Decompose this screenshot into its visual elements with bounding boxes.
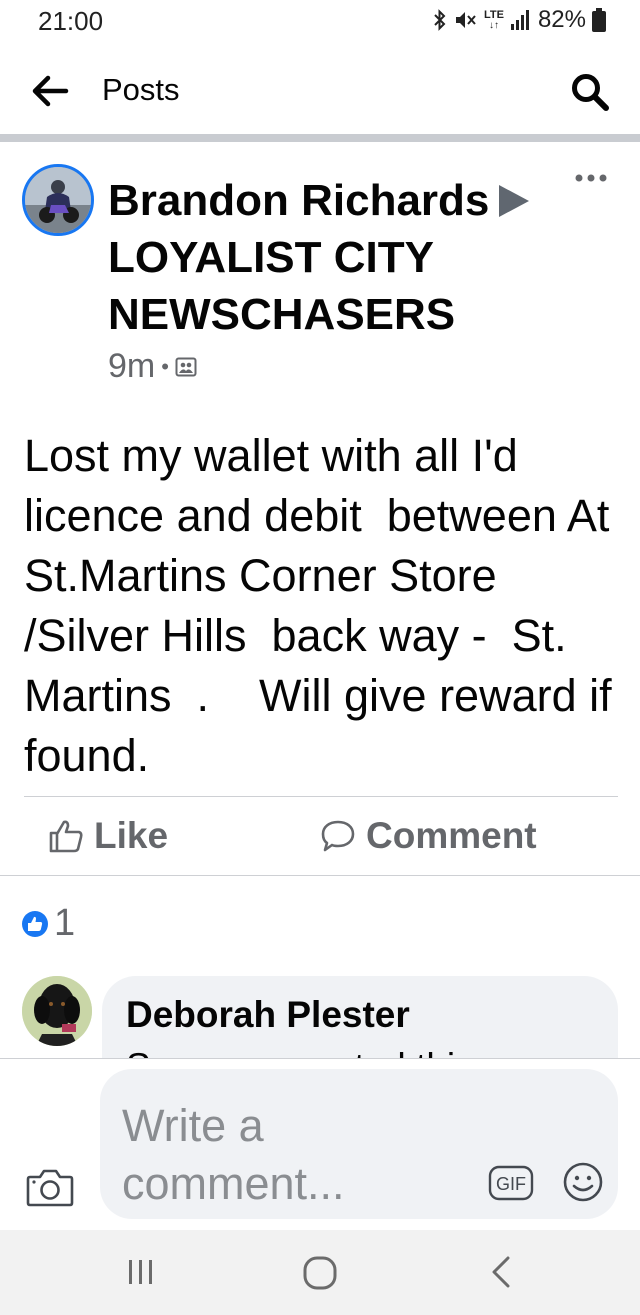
reaction-summary[interactable]: 1 [22,902,75,945]
author-avatar[interactable] [22,164,94,236]
status-time: 21:00 [38,6,104,36]
comment: Deborah Plester Someone posted this [0,972,640,1058]
comment-bubble-icon [321,820,355,852]
battery-icon [592,8,606,32]
app-header: Posts [0,44,640,134]
system-back-icon[interactable] [486,1254,514,1290]
meta-separator: • [161,353,169,379]
author-name[interactable]: Brandon Richards [108,176,489,225]
status-bar: 21:00 LTE ↓↑ 82% [0,0,640,44]
back-arrow-icon[interactable] [30,74,70,108]
svg-text:GIF: GIF [496,1174,526,1194]
post-time[interactable]: 9m [108,347,155,386]
reaction-count: 1 [54,902,76,944]
like-label: Like [94,815,169,856]
comment-text: Someone posted this [126,1046,474,1058]
status-indicators: LTE ↓↑ 82% [432,6,606,34]
camera-icon[interactable] [26,1167,74,1207]
commenter-name[interactable]: Deborah Plester [126,994,410,1036]
post-actions: Like Comment [0,797,640,875]
comment-composer: Write a comment... GIF [0,1059,640,1229]
like-button[interactable]: Like [48,815,168,857]
page-title: Posts [102,72,180,107]
comment-input[interactable]: Write a comment... GIF [100,1069,618,1219]
mute-icon [455,12,476,28]
comment-placeholder: Write a comment... [122,1100,345,1209]
comment-bubble[interactable]: Deborah Plester Someone posted this [102,976,618,1058]
like-reaction-icon [22,910,48,937]
group-privacy-icon [175,357,197,376]
post-header: Brandon Richards LOYALIST CITY NEWSCHASER… [108,172,578,343]
emoji-icon[interactable] [562,1161,604,1203]
bluetooth-icon [434,9,446,31]
post-body: Lost my wallet with all I'd licence and … [24,430,625,781]
group-name[interactable]: LOYALIST CITY NEWSCHASERS [108,233,455,339]
divider [0,875,640,876]
comment-button[interactable]: Comment [320,815,537,857]
home-icon[interactable] [302,1255,338,1291]
thumbs-up-icon [49,820,83,853]
more-options-icon[interactable] [574,172,608,184]
comment-label: Comment [366,815,537,856]
system-nav-bar [0,1230,640,1315]
search-icon[interactable] [570,72,610,112]
gif-icon[interactable]: GIF [488,1165,534,1201]
play-arrow-icon [499,185,530,217]
header-divider [0,134,640,142]
signal-icon [510,10,529,30]
post-meta: 9m • [108,347,197,386]
commenter-avatar[interactable] [22,976,92,1046]
recent-apps-icon[interactable] [124,1258,158,1286]
lte-indicator: LTE ↓↑ [483,8,504,31]
battery-percentage: 82% [537,6,586,33]
